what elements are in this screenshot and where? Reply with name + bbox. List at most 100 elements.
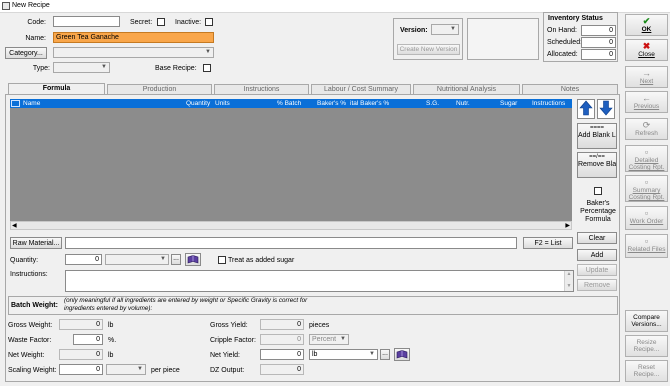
unit-lookup-button[interactable]: ... — [171, 254, 181, 265]
scheduled-label: Scheduled: — [547, 39, 583, 46]
inventory-status-title: Inventory Status — [548, 15, 603, 22]
scaling-weight-unit: per piece — [151, 367, 180, 374]
dz-output-value: 0 — [260, 364, 304, 375]
tab-notes[interactable]: Notes — [522, 84, 618, 94]
chevron-down-icon: ▼ — [205, 49, 211, 55]
batch-weight-note: (only meaningful if all ingredients are … — [64, 297, 308, 312]
scaling-weight-unit-select[interactable]: ▼ — [106, 364, 146, 375]
next-button[interactable]: → Next — [625, 66, 668, 88]
tab-labour-cost-summary[interactable]: Labour / Cost Summary — [311, 84, 411, 94]
book-button[interactable] — [185, 253, 201, 266]
base-recipe-checkbox[interactable] — [203, 64, 211, 72]
gross-yield-unit: pieces — [309, 322, 330, 329]
secret-checkbox[interactable] — [157, 18, 165, 26]
column-header-sugar[interactable]: Sugar — [500, 100, 517, 107]
column-header-sg[interactable]: S.G. — [426, 100, 439, 107]
ok-button[interactable]: ✔ OK — [625, 14, 668, 36]
raw-material-button[interactable]: Raw Material... — [10, 237, 62, 249]
cripple-factor-unit-select[interactable]: Percent ▼ — [309, 334, 349, 345]
instructions-textarea[interactable] — [65, 270, 574, 292]
version-label: Version: — [400, 27, 428, 34]
grid-horizontal-scrollbar[interactable]: ◀ ▶ — [10, 221, 572, 230]
raw-material-input[interactable] — [65, 237, 517, 249]
resize-recipe-button[interactable]: Resize Recipe... — [625, 335, 668, 357]
previous-button[interactable]: ← Previous — [625, 91, 668, 113]
cripple-factor-input[interactable]: 0 — [260, 334, 304, 345]
category-select[interactable]: ▼ — [53, 47, 214, 58]
column-header-total-bakers[interactable]: ital Baker's % — [350, 100, 389, 107]
scroll-right-icon[interactable]: ▶ — [565, 222, 570, 229]
next-label: Next — [639, 78, 654, 85]
remove-blank-line-button[interactable]: ==/== Remove Blank Line — [577, 152, 617, 178]
cripple-factor-unit-value: Percent — [312, 336, 337, 343]
related-files-button[interactable]: ▫ Related Files — [625, 234, 668, 258]
image-placeholder — [467, 18, 539, 60]
ingredients-grid-body[interactable] — [10, 108, 572, 221]
refresh-button[interactable]: ⟳ Refresh — [625, 118, 668, 140]
column-header-name[interactable]: Name — [23, 100, 40, 107]
move-up-button[interactable] — [577, 99, 595, 119]
create-new-version-button[interactable]: Create New Version — [397, 44, 460, 55]
code-input[interactable] — [53, 16, 120, 27]
waste-factor-input[interactable]: 0 — [73, 334, 103, 345]
close-button[interactable]: ✖ Close — [625, 39, 668, 61]
column-header-units[interactable]: Units — [215, 100, 230, 107]
update-button[interactable]: Update — [577, 264, 617, 276]
quantity-unit-select[interactable]: ▼ — [105, 254, 169, 265]
instructions-scrollbar[interactable]: ▲ ▼ — [564, 271, 573, 291]
category-button[interactable]: Category... — [5, 47, 47, 59]
checkmark-icon: ✔ — [642, 16, 651, 26]
column-header-quantity[interactable]: Quantity — [186, 100, 210, 107]
detailed-costing-label: Detailed Costing Rpt. — [628, 157, 665, 171]
summary-costing-report-button[interactable]: ▫ Summary Costing Rpt. — [625, 175, 668, 202]
column-header-bakers[interactable]: Baker's % — [317, 100, 346, 107]
cripple-factor-label: Cripple Factor: — [210, 337, 256, 344]
treat-as-sugar-checkbox[interactable] — [218, 256, 226, 264]
chevron-down-icon: ▼ — [369, 351, 375, 357]
detailed-costing-report-button[interactable]: ▫ Detailed Costing Rpt. — [625, 145, 668, 172]
type-select[interactable]: ▼ — [53, 62, 110, 73]
app-icon — [2, 2, 10, 10]
remove-blank-line-label: Remove Blank Line — [578, 161, 617, 168]
column-header-batch[interactable]: % Batch — [277, 100, 301, 107]
net-yield-unit-select[interactable]: lb ▼ — [309, 349, 378, 360]
column-header-nutr[interactable]: Nutr. — [456, 100, 470, 107]
tab-formula[interactable]: Formula — [8, 83, 105, 94]
gross-weight-value: 0 — [59, 319, 103, 330]
scroll-left-icon[interactable]: ◀ — [12, 222, 17, 229]
move-down-button[interactable] — [597, 99, 615, 119]
scroll-down-icon[interactable]: ▼ — [565, 283, 573, 290]
net-yield-lookup-button[interactable]: ... — [380, 349, 390, 360]
add-button[interactable]: Add — [577, 249, 617, 261]
scaling-weight-input[interactable]: 0 — [59, 364, 103, 375]
net-yield-book-button[interactable] — [394, 348, 410, 361]
column-header-instructions[interactable]: Instructions — [532, 100, 565, 107]
tab-nutritional-analysis[interactable]: Nutritional Analysis — [413, 84, 520, 94]
name-label: Name: — [25, 35, 46, 42]
work-order-button[interactable]: ▫ Work Order — [625, 206, 668, 230]
gross-yield-label: Gross Yield: — [210, 322, 248, 329]
net-weight-unit: lb — [108, 352, 114, 359]
code-label: Code: — [27, 19, 46, 26]
tab-instructions[interactable]: Instructions — [214, 84, 309, 94]
scroll-up-icon[interactable]: ▲ — [565, 271, 573, 278]
compare-versions-button[interactable]: Compare Versions... — [625, 310, 668, 332]
net-weight-label: Net Weight: — [8, 352, 45, 359]
add-blank-line-button[interactable]: ==== Add Blank Line — [577, 123, 617, 149]
book-icon — [187, 255, 199, 264]
remove-button[interactable]: Remove — [577, 279, 617, 291]
waste-factor-unit: %. — [108, 337, 117, 344]
name-input[interactable]: Green Tea Ganache — [53, 32, 214, 43]
net-yield-input[interactable]: 0 — [260, 349, 304, 360]
quantity-input[interactable]: 0 — [65, 254, 102, 265]
clear-button[interactable]: Clear — [577, 232, 617, 244]
reset-recipe-button[interactable]: Reset Recipe... — [625, 360, 668, 382]
chevron-down-icon: ▼ — [160, 256, 166, 262]
waste-factor-label: Waste Factor: — [8, 337, 52, 344]
compare-versions-label: Compare Versions... — [631, 314, 662, 328]
inactive-checkbox[interactable] — [205, 18, 213, 26]
version-select[interactable]: ▼ — [431, 24, 459, 35]
f2-list-button[interactable]: F2 = List — [523, 237, 573, 249]
bakers-percentage-checkbox[interactable] — [594, 187, 602, 195]
tab-production[interactable]: Production — [107, 84, 212, 94]
